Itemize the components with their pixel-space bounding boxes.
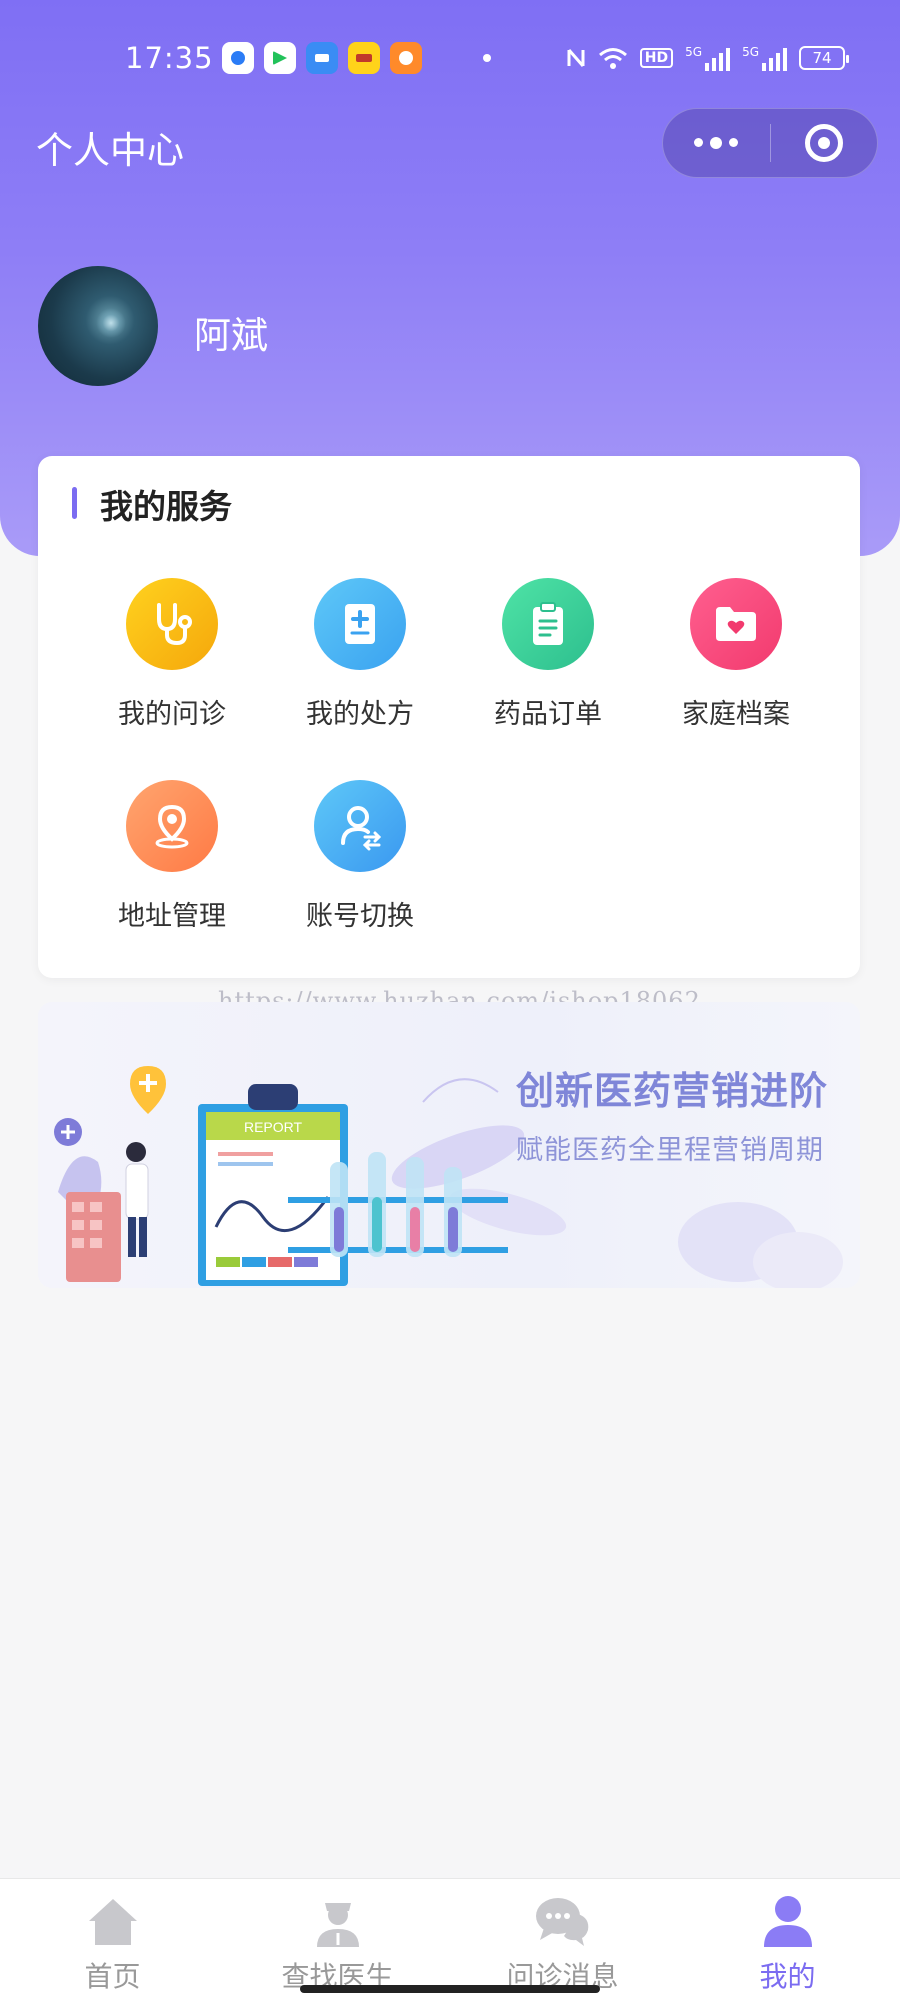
signal-bars-icon: [705, 47, 731, 71]
user-name: 阿斌: [194, 314, 268, 357]
service-my-prescription[interactable]: 我的处方: [275, 578, 445, 731]
service-label: 我的问诊: [118, 699, 226, 730]
tab-label: 我的: [759, 1960, 816, 1993]
battery-indicator: 74: [799, 46, 849, 70]
tab-home[interactable]: 首页: [0, 1879, 225, 2000]
service-drug-orders[interactable]: 药品订单: [463, 578, 633, 731]
folder-heart-icon: [690, 578, 782, 670]
prescription-icon: [314, 578, 406, 670]
tab-label: 首页: [84, 1960, 141, 1993]
wifi-icon: [598, 48, 627, 69]
service-label: 我的处方: [306, 699, 414, 730]
location-pin-icon: [126, 780, 218, 872]
doctor-icon: [308, 1893, 368, 1949]
close-miniprogram-button[interactable]: [770, 124, 877, 162]
nfc-icon: [567, 49, 585, 67]
news-app-icon: [348, 42, 380, 74]
dot-icon: [729, 137, 739, 147]
promo-banner[interactable]: REPORT 创新医药营销进阶 赋能医药全里程营销周期: [38, 1002, 860, 1288]
browser-app-icon: [306, 42, 338, 74]
dot-icon: [694, 137, 704, 147]
service-address-management[interactable]: 地址管理: [87, 780, 257, 933]
banner-title: 创新医药营销进阶: [516, 1069, 829, 1113]
service-label: 药品订单: [494, 699, 602, 730]
status-indicators: HD 5G 5G 74: [566, 45, 849, 71]
service-my-consultation[interactable]: 我的问诊: [87, 578, 257, 731]
account-switch-icon: [314, 780, 406, 872]
status-dot: [483, 54, 491, 62]
services-title: 我的服务: [72, 480, 232, 528]
miniprogram-capsule: [662, 108, 878, 178]
status-bar: 17:35 HD 5G 5G 74: [0, 30, 900, 86]
target-close-icon: [804, 124, 843, 162]
status-time: 17:35: [125, 41, 214, 75]
video-app-icon: [264, 42, 296, 74]
more-options-button[interactable]: [663, 136, 770, 149]
bottom-tab-bar: 首页 查找医生 问诊消息 我的: [0, 1878, 900, 2000]
profile-icon: [758, 1893, 818, 1949]
tab-consult-messages[interactable]: 问诊消息: [450, 1879, 675, 2000]
service-family-records[interactable]: 家庭档案: [651, 578, 821, 731]
report-label: REPORT: [244, 1119, 303, 1135]
page-title: 个人中心: [36, 129, 184, 172]
clipboard-icon: [502, 578, 594, 670]
banner-subtitle: 赋能医药全里程营销周期: [516, 1135, 824, 1166]
service-label: 地址管理: [118, 901, 226, 932]
signal-2: 5G: [742, 45, 787, 71]
app-notification-icon: [222, 42, 254, 74]
chat-icon: [533, 1893, 593, 1949]
uc-browser-icon: [390, 42, 422, 74]
service-account-switch[interactable]: 账号切换: [275, 780, 445, 933]
my-services-card: 我的服务 我的问诊 我的处方 药品订单 家庭档案 地址管理 账号切换: [38, 456, 860, 978]
signal-bars-icon: [762, 47, 787, 71]
dot-icon: [710, 136, 723, 149]
status-app-icons: [222, 42, 422, 74]
tab-find-doctor[interactable]: 查找医生: [225, 1879, 450, 2000]
service-label: 账号切换: [306, 901, 414, 932]
home-indicator[interactable]: [300, 1985, 600, 1993]
stethoscope-icon: [126, 578, 218, 670]
hd-badge: HD: [639, 48, 674, 68]
home-icon: [83, 1893, 143, 1949]
signal-1: 5G: [685, 45, 731, 71]
tab-mine[interactable]: 我的: [675, 1879, 900, 2000]
service-label: 家庭档案: [682, 699, 790, 730]
avatar[interactable]: [38, 266, 158, 386]
